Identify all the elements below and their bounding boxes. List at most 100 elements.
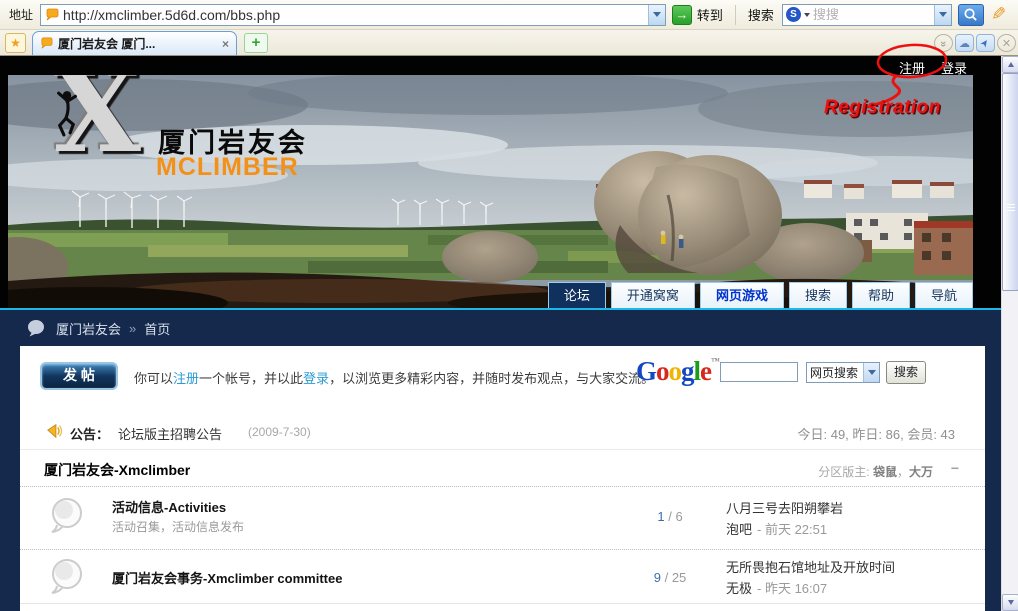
google-letter: o: [656, 356, 669, 386]
nav-tab-help[interactable]: 帮助: [852, 282, 910, 308]
climber-silhouette-icon: [52, 89, 82, 137]
forum-row: 活动信息-Activities 活动召集，活动信息发布 1 / 6 八月三号去阳…: [20, 488, 985, 549]
nav-tab-navigation[interactable]: 导航: [915, 282, 973, 308]
register-inline-link[interactable]: 注册: [173, 371, 199, 386]
breadcrumb-site[interactable]: 厦门岩友会: [56, 319, 121, 338]
new-post-button[interactable]: 发 帖: [40, 362, 118, 390]
pin-icon: ➤: [979, 36, 993, 49]
post-count: 25: [672, 570, 686, 585]
banner: X 厦门岩友会 MCLIMBER: [8, 75, 973, 308]
tab-list-button[interactable]: »: [934, 34, 953, 52]
site-favicon-icon: [45, 8, 59, 22]
browser-tab-bar: ★ 厦门岩友会 厦门... × + » ☁ ➤ ✕: [0, 30, 1018, 56]
scroll-down-button[interactable]: [1002, 594, 1018, 611]
vertical-scrollbar[interactable]: [1001, 56, 1018, 611]
post-count: 6: [675, 509, 682, 524]
scrollbar-thumb[interactable]: [1002, 73, 1018, 291]
tab-title: 厦门岩友会 厦门...: [58, 35, 218, 52]
forum-main: 发 帖 你可以注册一个帐号，并以此登录，以浏览更多精彩内容，并随时发布观点，与大…: [20, 346, 985, 611]
welcome-segment: ，以浏览更多精彩内容，并随时发布观点，与大家交流。: [329, 371, 654, 386]
forum-title-link[interactable]: 厦门岩友会事务-Xmclimber committee: [112, 568, 342, 587]
search-input[interactable]: [813, 7, 934, 22]
lastpost-title-link[interactable]: 八月三号去阳朔攀岩: [726, 498, 843, 517]
lastpost-author-link[interactable]: 无极: [726, 581, 752, 596]
site-nav-tabs: 论坛 开通窝窝 网页游戏 搜索 帮助 导航: [548, 282, 973, 308]
google-search-type-select[interactable]: 网页搜索: [806, 362, 880, 383]
thread-count: 9: [654, 570, 661, 585]
google-letter: g: [681, 356, 694, 386]
double-chevron-down-icon: »: [938, 41, 950, 45]
nav-tab-forum[interactable]: 论坛: [548, 282, 606, 308]
announcement-label: 公告：: [70, 424, 109, 443]
breadcrumb: 厦门岩友会 » 首页: [0, 310, 1001, 346]
nav-tab-search[interactable]: 搜索: [789, 282, 847, 308]
forum-row: 厦门岩友会事务-Xmclimber committee 9 / 25 无所畏抱石…: [20, 551, 985, 603]
select-arrow-button[interactable]: [863, 363, 879, 382]
chevron-up-icon: [1008, 62, 1014, 67]
plus-icon: +: [252, 34, 261, 51]
welcome-segment: 一个帐号，并以此: [199, 371, 303, 386]
search-label: 搜索: [748, 5, 774, 24]
search-engine-icon[interactable]: S: [786, 7, 801, 22]
tab-favicon-icon: [40, 37, 53, 50]
url-dropdown-button[interactable]: [648, 5, 665, 25]
chevron-down-icon: [1008, 600, 1014, 605]
toolbar-divider: [735, 5, 736, 25]
chevron-down-icon: [868, 370, 876, 375]
pin-button[interactable]: ➤: [976, 34, 995, 52]
lastpost-title-link[interactable]: 无所畏抱石馆地址及开放时间: [726, 557, 895, 576]
nav-tab-webgames[interactable]: 网页游戏: [700, 282, 784, 308]
page-header-background: 注册 登录: [0, 56, 1001, 308]
category-title[interactable]: 厦门岩友会-Xmclimber: [44, 460, 190, 480]
announcement-link[interactable]: 论坛版主招聘公告: [118, 424, 222, 443]
welcome-segment: 你可以: [134, 371, 173, 386]
category-header: 厦门岩友会-Xmclimber 分区版主: 袋鼠，大万 −: [20, 454, 985, 486]
close-tabs-button[interactable]: ✕: [997, 34, 1016, 52]
address-bar: 地址 http://xmclimber.5d6d.com/bbs.php → 转…: [0, 0, 1018, 30]
search-box[interactable]: S: [782, 4, 952, 26]
moderator-link[interactable]: 袋鼠: [873, 465, 897, 479]
moderator-link[interactable]: 大万: [909, 465, 933, 479]
favorites-button[interactable]: ★: [5, 33, 26, 53]
nav-tab-wowo[interactable]: 开通窝窝: [611, 282, 695, 308]
lastpost-author-link[interactable]: 泡吧: [726, 522, 752, 537]
login-inline-link[interactable]: 登录: [303, 371, 329, 386]
speech-bubble-icon: [26, 318, 46, 338]
new-tab-button[interactable]: +: [244, 33, 268, 53]
go-button[interactable]: →: [672, 5, 692, 25]
forum-title-link[interactable]: 活动信息-Activities: [112, 497, 226, 516]
count-separator: /: [665, 570, 669, 585]
breadcrumb-separator: »: [129, 321, 136, 336]
breadcrumb-page[interactable]: 首页: [144, 319, 170, 338]
dotted-divider: [20, 549, 985, 550]
moderator-separator: ，: [897, 465, 909, 479]
divider: [20, 603, 985, 604]
trademark-symbol: ™: [711, 356, 720, 366]
google-search-input[interactable]: [720, 362, 798, 382]
google-letter: o: [669, 356, 682, 386]
moderators: 分区版主: 袋鼠，大万: [818, 463, 933, 480]
chevron-down-icon[interactable]: [804, 13, 810, 17]
select-value: 网页搜索: [807, 364, 863, 381]
google-search-button[interactable]: 搜索: [886, 361, 926, 384]
cloud-sync-button[interactable]: ☁: [955, 34, 974, 52]
forum-description: 活动召集，活动信息发布: [112, 518, 244, 535]
scroll-up-button[interactable]: [1002, 56, 1018, 73]
close-icon: ✕: [1002, 37, 1011, 50]
announcement-date: (2009-7-30): [248, 425, 311, 439]
dotted-divider: [20, 486, 985, 487]
highlight-pen-icon[interactable]: ✎: [991, 4, 1006, 25]
tab-close-icon[interactable]: ×: [222, 37, 229, 51]
search-go-button[interactable]: [958, 4, 984, 26]
moderator-label: 分区版主:: [818, 465, 869, 479]
address-input[interactable]: http://xmclimber.5d6d.com/bbs.php: [40, 4, 666, 26]
lastpost-meta: 泡吧- 前天 22:51: [726, 519, 827, 538]
go-label[interactable]: 转到: [697, 5, 723, 24]
forum-counts: 1 / 6: [620, 509, 720, 524]
browser-window: 地址 http://xmclimber.5d6d.com/bbs.php → 转…: [0, 0, 1018, 611]
collapse-toggle[interactable]: −: [951, 460, 959, 476]
browser-tab[interactable]: 厦门岩友会 厦门... ×: [32, 31, 237, 55]
search-dropdown-button[interactable]: [934, 5, 951, 25]
lastpost-meta: 无极- 昨天 16:07: [726, 578, 827, 597]
url-text[interactable]: http://xmclimber.5d6d.com/bbs.php: [63, 7, 648, 23]
